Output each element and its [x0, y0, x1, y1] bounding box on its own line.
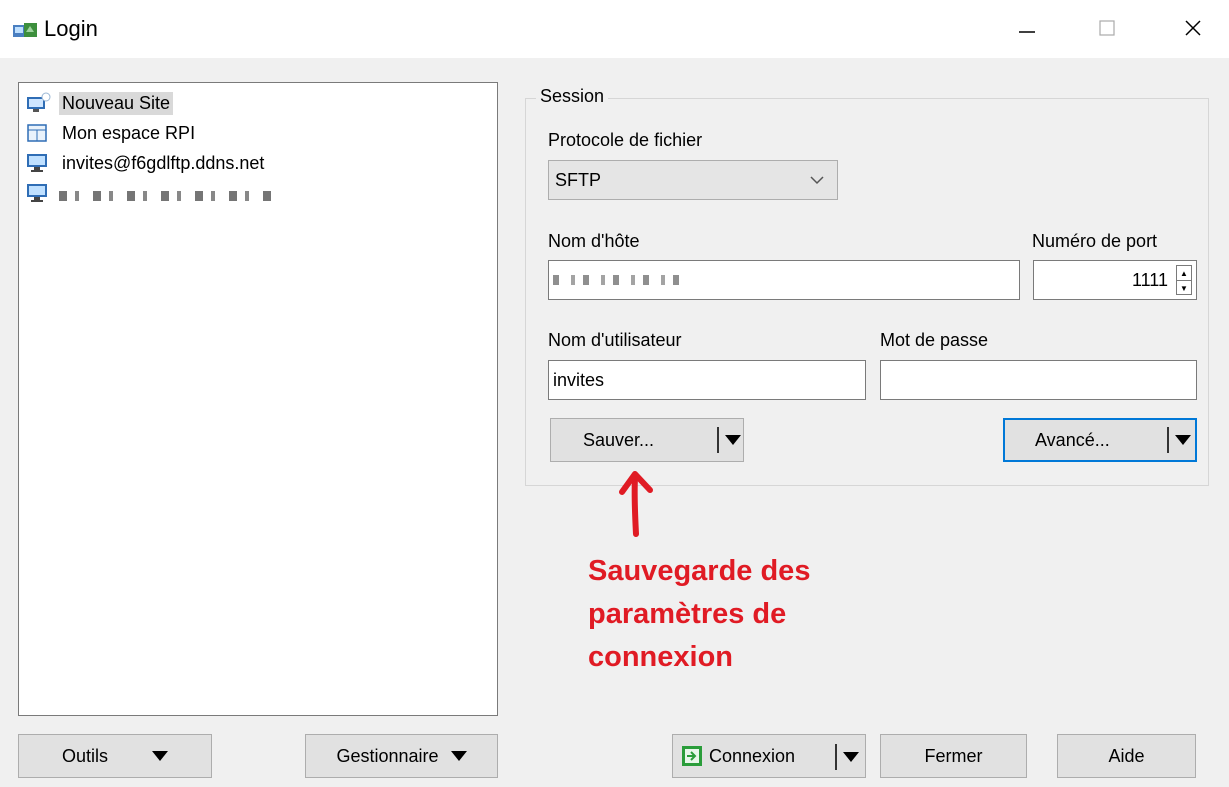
spin-down-icon[interactable]: ▼	[1177, 281, 1191, 295]
host-label: Nom d'hôte	[548, 231, 640, 251]
monitor-icon	[27, 184, 47, 202]
close-button-label: Fermer	[924, 745, 983, 766]
help-button[interactable]: Aide	[1057, 734, 1196, 778]
tools-button[interactable]: Outils	[18, 734, 212, 778]
chevron-down-icon	[810, 176, 824, 185]
protocol-select[interactable]: SFTP	[548, 160, 838, 200]
dropdown-arrow-icon	[450, 751, 467, 761]
site-item-nouveau-site[interactable]: Nouveau Site	[25, 88, 174, 118]
password-input[interactable]	[880, 360, 1197, 400]
manager-button[interactable]: Gestionnaire	[305, 734, 498, 778]
split-divider	[835, 744, 837, 770]
annotation-line: connexion	[588, 641, 734, 673]
close-icon[interactable]	[1168, 10, 1218, 46]
connect-button-label: Connexion	[709, 745, 796, 766]
app-icon	[13, 23, 37, 37]
save-button-label: Sauver...	[583, 429, 655, 450]
site-item-invites[interactable]: invites@f6gdlftp.ddns.net	[25, 148, 267, 178]
annotation-text: Sauvegarde des paramètres de connexion	[588, 550, 810, 679]
redacted-host	[553, 275, 683, 285]
protocol-value: SFTP	[555, 169, 602, 190]
host-input[interactable]	[548, 260, 1020, 300]
site-item-label: Nouveau Site	[59, 91, 174, 115]
spin-up-icon[interactable]: ▲	[1177, 266, 1191, 281]
username-value: invites	[553, 369, 605, 390]
new-site-icon	[27, 92, 51, 112]
folder-site-icon	[27, 124, 47, 142]
dropdown-arrow-icon	[152, 751, 168, 761]
maximize-icon[interactable]	[1082, 10, 1132, 46]
window-title: Login	[44, 16, 98, 41]
user-label: Nom d'utilisateur	[548, 330, 682, 350]
advanced-button[interactable]: Avancé...	[1003, 418, 1197, 462]
dropdown-arrow-icon[interactable]	[1175, 435, 1191, 445]
split-divider	[717, 427, 719, 453]
session-group-label: Session	[536, 84, 609, 108]
close-button[interactable]: Fermer	[880, 734, 1027, 778]
dropdown-arrow-icon[interactable]	[843, 752, 859, 762]
connect-button[interactable]: Connexion	[672, 734, 866, 778]
annotation-line: paramètres de	[588, 598, 787, 630]
password-label: Mot de passe	[880, 330, 989, 350]
minimize-icon[interactable]	[1002, 10, 1052, 46]
split-divider	[1167, 427, 1169, 453]
username-input[interactable]: invites	[548, 360, 866, 400]
monitor-icon	[27, 154, 47, 172]
annotation-line: Sauvegarde des	[588, 555, 811, 587]
port-value: 1111	[1131, 269, 1168, 290]
title-bar: Login	[0, 0, 1229, 58]
port-input[interactable]: 1111 ▲ ▼	[1033, 260, 1197, 300]
login-icon	[682, 746, 702, 766]
site-item-label: Mon espace RPI	[62, 122, 196, 143]
red-arrow-icon	[619, 471, 653, 537]
advanced-button-label: Avancé...	[1035, 429, 1110, 450]
protocol-label: Protocole de fichier	[548, 130, 703, 150]
site-item-label: invites@f6gdlftp.ddns.net	[62, 152, 265, 173]
port-label: Numéro de port	[1032, 231, 1158, 251]
site-tree[interactable]: Nouveau Site Mon espace RPI invites@f6gd…	[18, 82, 498, 716]
tools-button-label: Outils	[61, 745, 108, 766]
site-item-mon-espace-rpi[interactable]: Mon espace RPI	[25, 118, 198, 148]
site-item-redacted[interactable]	[25, 178, 279, 208]
save-button[interactable]: Sauver...	[550, 418, 744, 462]
help-button-label: Aide	[1108, 745, 1145, 766]
dropdown-arrow-icon[interactable]	[725, 435, 741, 445]
port-spinner[interactable]: ▲ ▼	[1176, 265, 1192, 295]
redacted-label	[59, 191, 279, 201]
manager-button-label: Gestionnaire	[336, 745, 439, 766]
